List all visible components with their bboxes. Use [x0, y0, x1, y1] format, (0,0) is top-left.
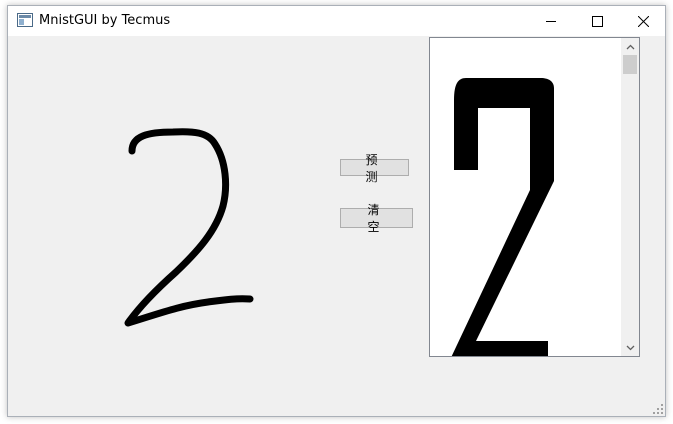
title-bar[interactable]: MnistGUI by Tecmus: [8, 6, 665, 36]
main-window: MnistGUI by Tecmus 预 测 清 空 2: [7, 5, 666, 417]
resize-grip-icon[interactable]: [653, 404, 663, 414]
maximize-icon: [591, 15, 603, 27]
maximize-button[interactable]: [574, 6, 620, 36]
clear-button[interactable]: 清 空: [340, 203, 413, 234]
chevron-down-icon: [626, 345, 635, 350]
scroll-down-button[interactable]: [622, 339, 639, 356]
predict-button[interactable]: 预 测: [340, 153, 409, 184]
close-button[interactable]: [620, 6, 666, 36]
vertical-scrollbar[interactable]: [621, 38, 639, 356]
handwritten-digit-stroke: [124, 128, 254, 327]
close-icon: [637, 15, 649, 27]
app-icon: [17, 13, 33, 27]
scroll-up-button[interactable]: [622, 38, 639, 55]
chevron-up-icon: [626, 44, 635, 49]
minimize-icon: [545, 20, 556, 22]
window-title: MnistGUI by Tecmus: [39, 13, 171, 28]
result-display[interactable]: 2: [429, 37, 640, 357]
scroll-thumb[interactable]: [623, 55, 637, 74]
minimize-button[interactable]: [528, 6, 574, 36]
predicted-digit-image: 2: [451, 78, 554, 356]
